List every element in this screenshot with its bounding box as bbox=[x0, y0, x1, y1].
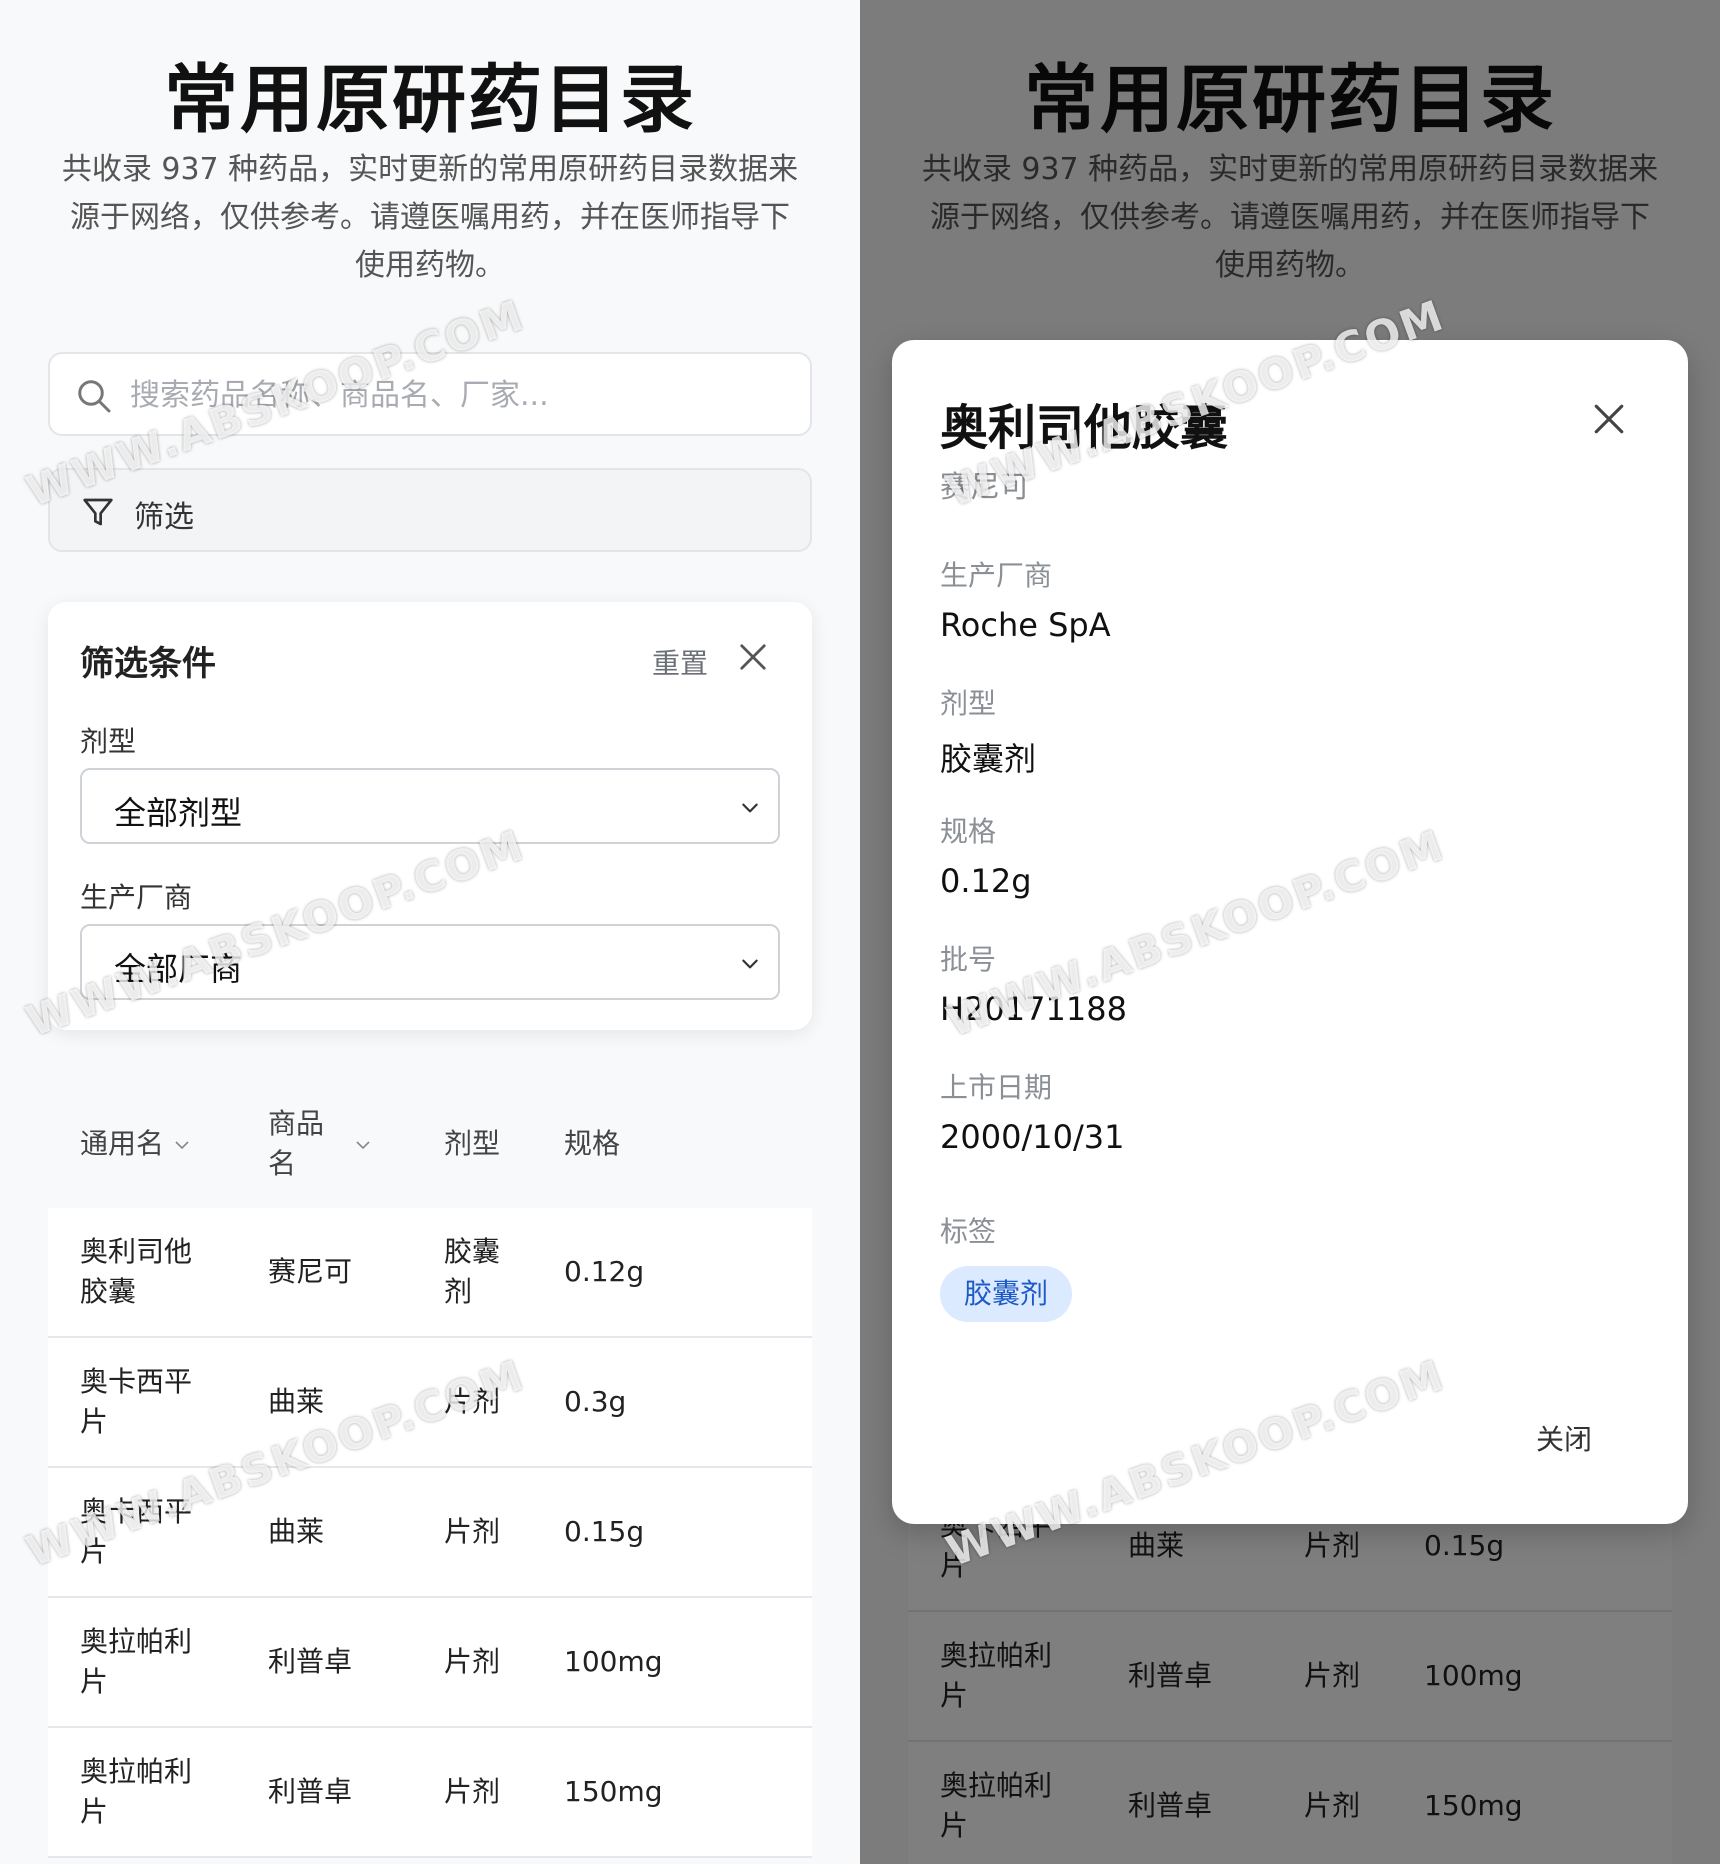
cell-brand: 利普卓 bbox=[268, 1775, 353, 1808]
cell-generic: 奥利司他胶囊 bbox=[80, 1235, 193, 1308]
dialog-title: 奥利司他胶囊 bbox=[940, 400, 1229, 456]
cell-spec: 0.15g bbox=[564, 1515, 645, 1548]
cell-spec: 0.3g bbox=[564, 1385, 627, 1418]
cell-spec: 100mg bbox=[564, 1645, 663, 1678]
dosage-label: 剂型 bbox=[80, 725, 137, 758]
close-icon[interactable] bbox=[1592, 402, 1626, 436]
date-label: 上市日期 bbox=[940, 1071, 1053, 1104]
drug-detail-dialog: 奥利司他胶囊 赛尼可 生产厂商 Roche SpA 剂型 胶囊剂 规格 0.12… bbox=[892, 340, 1688, 1524]
cell-brand: 曲莱 bbox=[268, 1515, 325, 1548]
filter-panel: 筛选条件 重置 剂型 全部剂型 生产厂商 全部厂商 bbox=[48, 602, 812, 1030]
main-page: 常用原研药目录 共收录 937 种药品，实时更新的常用原研药目录数据来源于网络，… bbox=[0, 0, 860, 1864]
filter-button[interactable]: 筛选 bbox=[48, 468, 812, 552]
table-row[interactable]: 奥利司他胶囊 赛尼可 胶囊剂 0.12g bbox=[48, 1208, 812, 1338]
close-button[interactable]: 关闭 bbox=[1536, 1418, 1592, 1458]
chevron-down-icon bbox=[175, 1141, 189, 1150]
drug-table: 通用名 商品名 剂型 规格 奥利司他胶囊 赛尼可 胶囊剂 0.12g 奥卡西平片… bbox=[48, 1082, 812, 1858]
cell-form: 片剂 bbox=[444, 1645, 501, 1678]
page-subtitle: 共收录 937 种药品，实时更新的常用原研药目录数据来源于网络，仅供参考。请遵医… bbox=[61, 152, 799, 283]
form-label: 剂型 bbox=[940, 687, 997, 720]
form-value: 胶囊剂 bbox=[940, 740, 1037, 778]
search-box[interactable] bbox=[48, 352, 812, 436]
cell-form: 片剂 bbox=[444, 1385, 501, 1418]
filter-panel-title: 筛选条件 bbox=[80, 644, 216, 684]
dialog-brand: 赛尼可 bbox=[940, 470, 1030, 505]
header-form: 剂型 bbox=[444, 1127, 501, 1160]
maker-select[interactable]: 全部厂商 bbox=[80, 924, 780, 1000]
cell-generic: 奥拉帕利片 bbox=[80, 1625, 193, 1698]
close-icon[interactable] bbox=[738, 642, 768, 672]
batch-label: 批号 bbox=[940, 943, 997, 976]
chevron-down-icon bbox=[356, 1141, 370, 1150]
header-generic-label: 通用名 bbox=[80, 1127, 165, 1160]
maker-value: Roche SpA bbox=[940, 606, 1111, 644]
cell-brand: 利普卓 bbox=[268, 1645, 353, 1678]
dosage-select[interactable]: 全部剂型 bbox=[80, 768, 780, 844]
tag-badge: 胶囊剂 bbox=[940, 1266, 1073, 1322]
spec-value: 0.12g bbox=[940, 862, 1032, 900]
tags-label: 标签 bbox=[940, 1215, 997, 1248]
table-row[interactable]: 奥拉帕利片 利普卓 片剂 100mg bbox=[48, 1598, 812, 1728]
cell-generic: 奥拉帕利片 bbox=[80, 1755, 193, 1828]
table-row[interactable]: 奥卡西平片 曲莱 片剂 0.15g bbox=[48, 1468, 812, 1598]
date-value: 2000/10/31 bbox=[940, 1118, 1125, 1156]
maker-label: 生产厂商 bbox=[940, 559, 1053, 592]
cell-generic: 奥卡西平片 bbox=[80, 1365, 193, 1438]
detail-page: 常用原研药目录 共收录 937 种药品，实时更新的常用原研药目录数据来源于网络，… bbox=[860, 0, 1720, 1864]
cell-form: 胶囊剂 bbox=[444, 1235, 501, 1308]
table-row[interactable]: 奥卡西平片 曲莱 片剂 0.3g bbox=[48, 1338, 812, 1468]
page-title: 常用原研药目录 bbox=[164, 57, 696, 143]
cell-brand: 曲莱 bbox=[268, 1385, 325, 1418]
filter-icon bbox=[83, 498, 113, 526]
dosage-select-value: 全部剂型 bbox=[114, 794, 243, 832]
cell-spec: 0.12g bbox=[564, 1255, 645, 1288]
filter-button-label: 筛选 bbox=[134, 500, 194, 535]
cell-form: 片剂 bbox=[444, 1775, 501, 1808]
chevron-down-icon bbox=[742, 959, 758, 969]
batch-value: H20171188 bbox=[940, 990, 1127, 1028]
header-spec: 规格 bbox=[564, 1127, 621, 1160]
reset-button[interactable]: 重置 bbox=[652, 642, 708, 682]
search-input[interactable] bbox=[130, 366, 790, 424]
search-icon bbox=[78, 380, 111, 413]
maker-select-value: 全部厂商 bbox=[114, 950, 243, 988]
maker-label: 生产厂商 bbox=[80, 881, 193, 914]
cell-generic: 奥卡西平片 bbox=[80, 1495, 193, 1568]
cell-brand: 赛尼可 bbox=[268, 1255, 353, 1288]
cell-form: 片剂 bbox=[444, 1515, 501, 1548]
spec-label: 规格 bbox=[940, 815, 997, 848]
table-row[interactable]: 奥拉帕利片 利普卓 片剂 150mg bbox=[48, 1728, 812, 1858]
chevron-down-icon bbox=[742, 803, 758, 813]
cell-spec: 150mg bbox=[564, 1775, 663, 1808]
header-generic[interactable]: 通用名 bbox=[80, 1124, 191, 1164]
table-header: 通用名 商品名 剂型 规格 bbox=[48, 1082, 812, 1208]
header-brand[interactable]: 商品名 bbox=[268, 1104, 340, 1184]
